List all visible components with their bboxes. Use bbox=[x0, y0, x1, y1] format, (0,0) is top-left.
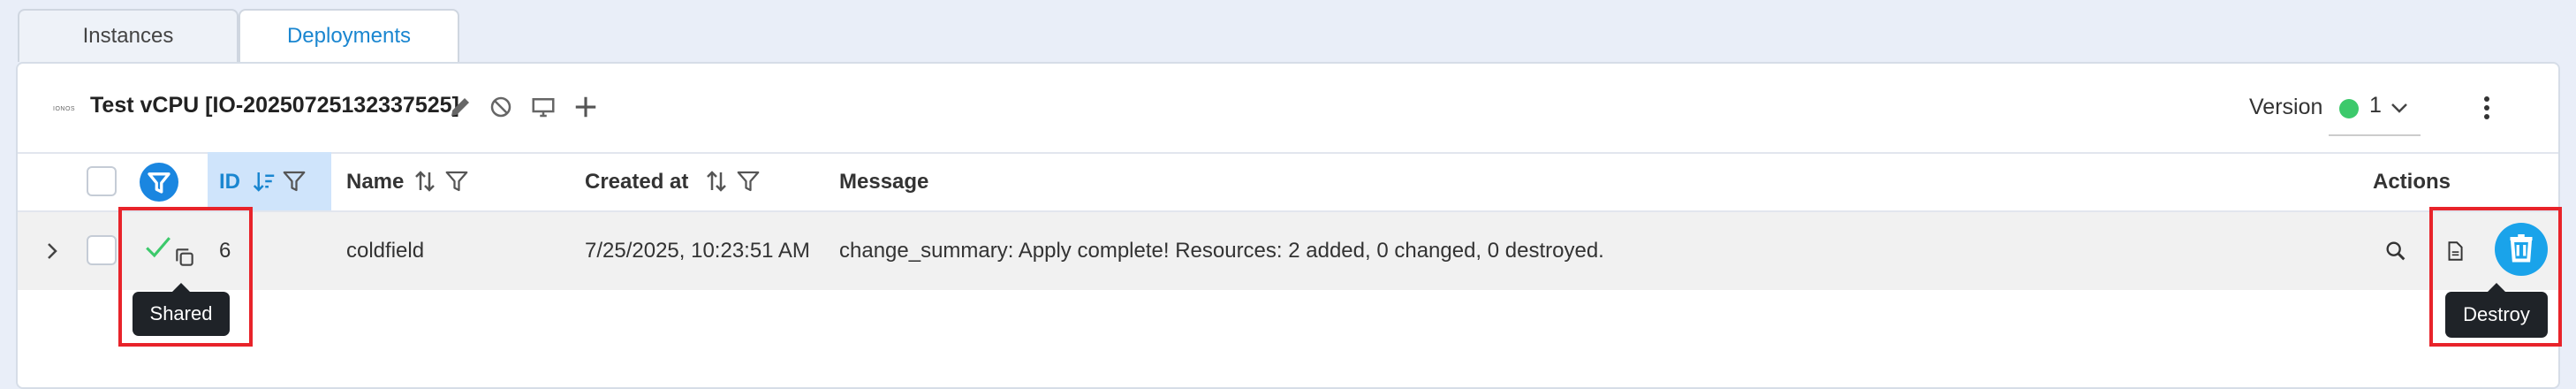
column-header-id[interactable]: ID bbox=[219, 170, 240, 194]
version-label: Version bbox=[2249, 95, 2323, 119]
version-select-underline bbox=[2329, 134, 2421, 136]
table-row[interactable]: 6 coldfield 7/25/2025, 10:23:51 AM chang… bbox=[18, 212, 2558, 290]
column-header-created-at[interactable]: Created at bbox=[585, 170, 688, 194]
chevron-down-icon[interactable] bbox=[2389, 99, 2410, 117]
filter-icon bbox=[148, 172, 170, 194]
version-status-dot bbox=[2339, 99, 2359, 118]
cell-created-at: 7/25/2025, 10:23:51 AM bbox=[585, 239, 810, 263]
chevron-right-icon[interactable] bbox=[42, 240, 62, 262]
select-all-checkbox[interactable] bbox=[87, 166, 117, 196]
provider-logo: IONOS bbox=[53, 106, 76, 112]
column-header-name[interactable]: Name bbox=[346, 170, 404, 194]
sort-icon[interactable] bbox=[703, 168, 730, 194]
plus-icon[interactable] bbox=[572, 94, 599, 120]
sort-icon[interactable] bbox=[412, 168, 438, 194]
column-header-actions: Actions bbox=[2373, 170, 2451, 194]
version-select[interactable]: 1 bbox=[2369, 93, 2382, 118]
tab-bar: Instances Deployments bbox=[18, 9, 2562, 62]
kebab-menu-icon[interactable] bbox=[2474, 92, 2500, 124]
cell-name: coldfield bbox=[346, 239, 425, 263]
deployment-header: IONOS Test vCPU [IO-20250725132337525] V… bbox=[18, 64, 2558, 154]
deployment-title: Test vCPU [IO-20250725132337525] bbox=[90, 93, 459, 118]
filter-icon[interactable] bbox=[443, 168, 470, 194]
shared-filter-button[interactable] bbox=[140, 163, 178, 202]
filter-icon[interactable] bbox=[281, 168, 307, 194]
filter-icon[interactable] bbox=[735, 168, 761, 194]
highlight-destroy-action bbox=[2429, 207, 2562, 347]
ban-icon[interactable] bbox=[488, 94, 514, 120]
cell-message: change_summary: Apply complete! Resource… bbox=[839, 239, 1604, 263]
sort-descending-icon[interactable] bbox=[251, 168, 277, 194]
tab-deployments[interactable]: Deployments bbox=[239, 9, 459, 62]
row-select-checkbox[interactable] bbox=[87, 235, 117, 265]
highlight-shared-status bbox=[118, 207, 253, 347]
table-header: ID Name Created at Message Actions bbox=[18, 152, 2558, 212]
monitor-icon[interactable] bbox=[530, 94, 557, 120]
search-icon[interactable] bbox=[2383, 239, 2408, 263]
pencil-icon[interactable] bbox=[447, 94, 474, 120]
tab-instances[interactable]: Instances bbox=[18, 9, 239, 62]
column-header-message: Message bbox=[839, 170, 929, 194]
deployments-panel: IONOS Test vCPU [IO-20250725132337525] V… bbox=[16, 62, 2560, 389]
